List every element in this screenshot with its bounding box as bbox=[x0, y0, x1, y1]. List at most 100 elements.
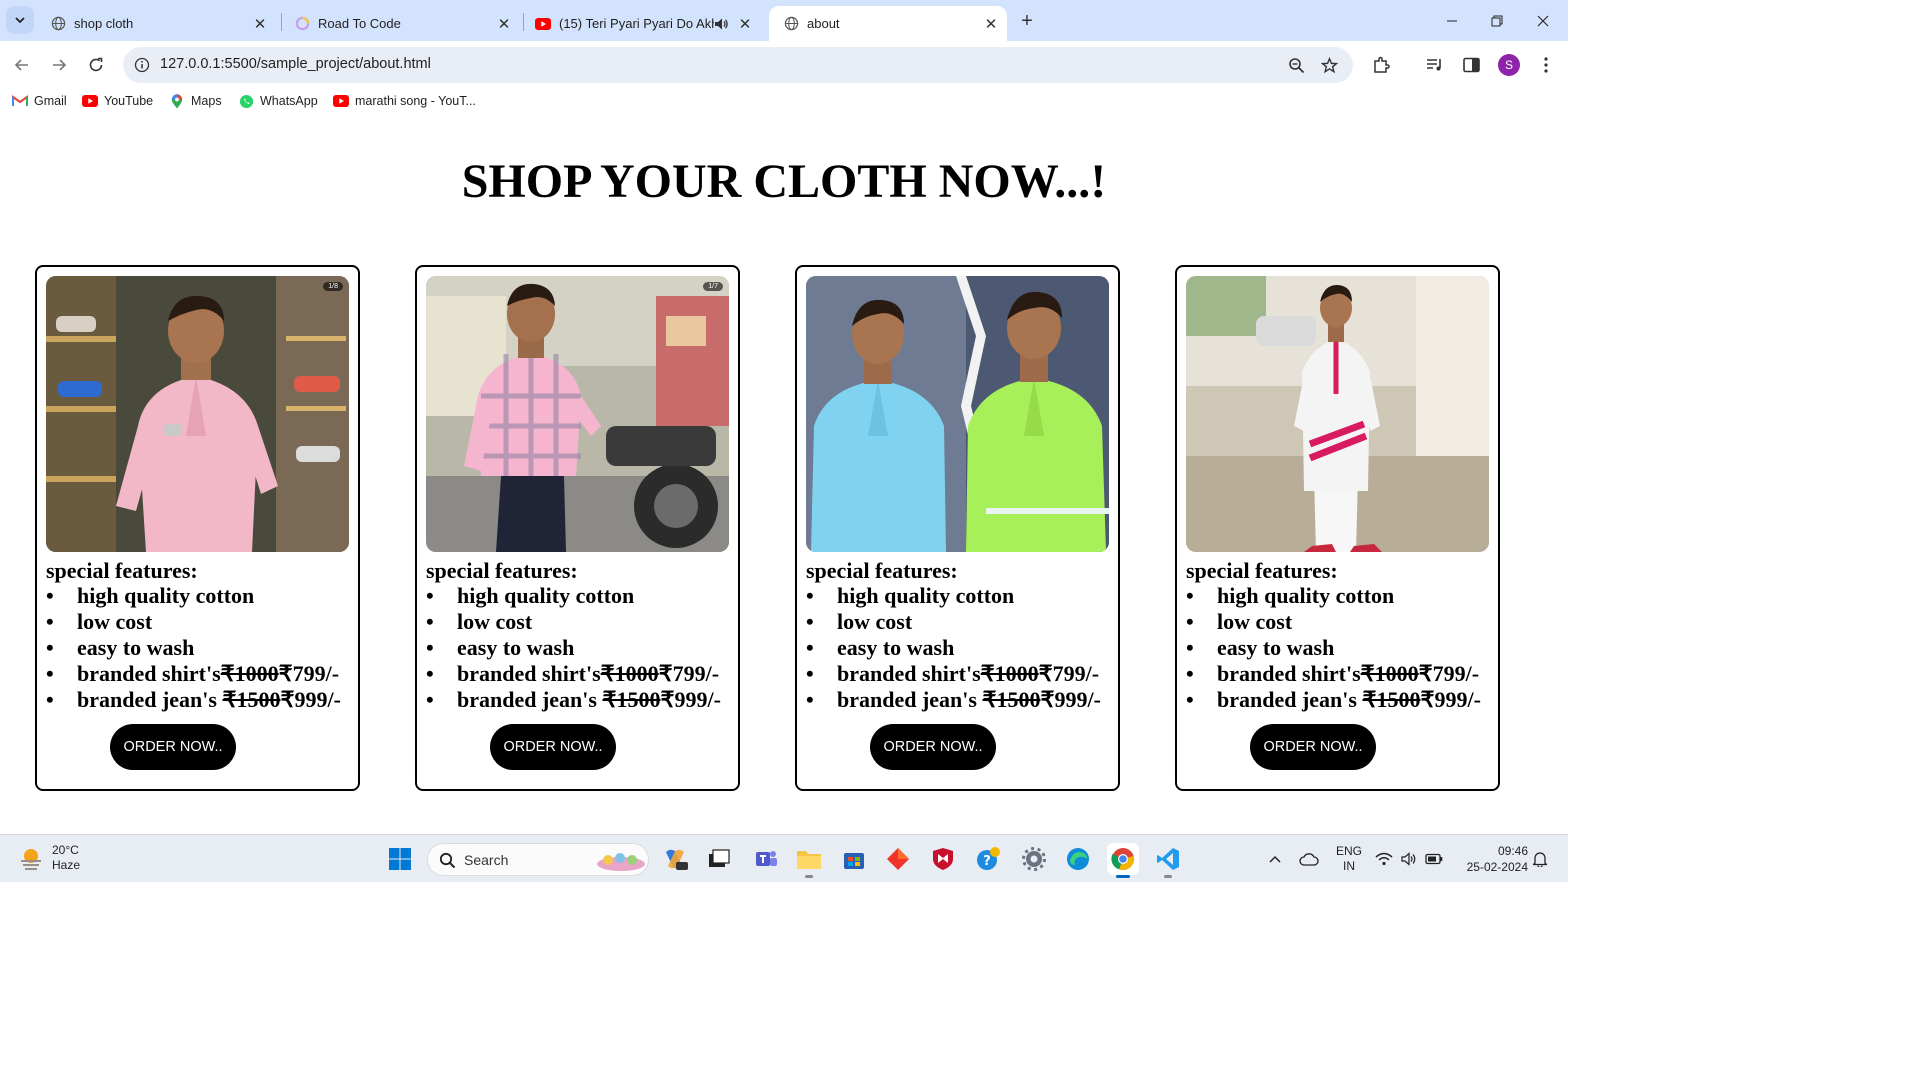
file-explorer-app[interactable] bbox=[793, 843, 825, 878]
jean-old-price: ₹1500 bbox=[982, 687, 1041, 712]
tab-youtube-song[interactable]: (15) Teri Pyari Pyari Do Akhiyan ✕ bbox=[521, 6, 761, 41]
order-now-button[interactable]: ORDER NOW.. bbox=[490, 724, 616, 770]
clock[interactable]: 09:46 25-02-2024 bbox=[1456, 843, 1528, 875]
battery-icon bbox=[1425, 853, 1443, 865]
shirt-new-price: ₹799/- bbox=[1418, 661, 1480, 686]
product-photo bbox=[806, 276, 1109, 552]
taskbar-search[interactable]: Search bbox=[427, 843, 649, 876]
site-info-icon[interactable] bbox=[133, 56, 151, 74]
vscode-app[interactable] bbox=[1152, 843, 1184, 878]
feature-item-jean-price: branded jean's ₹1500₹999/- bbox=[426, 687, 721, 713]
forward-button[interactable] bbox=[45, 51, 73, 79]
tab-title: (15) Teri Pyari Pyari Do Akhiyan bbox=[559, 16, 714, 31]
jean-label: branded jean's bbox=[1217, 687, 1363, 712]
back-button[interactable] bbox=[8, 51, 36, 79]
language-indicator[interactable]: ENG IN bbox=[1332, 843, 1366, 875]
mcafee-app[interactable] bbox=[927, 843, 959, 875]
clock-time: 09:46 bbox=[1497, 844, 1528, 858]
diamond-app[interactable] bbox=[882, 843, 914, 875]
product-photo bbox=[1186, 276, 1489, 552]
globe-icon bbox=[783, 16, 799, 32]
feature-item: high quality cotton bbox=[426, 583, 721, 609]
onedrive-tray[interactable] bbox=[1296, 843, 1322, 875]
task-view-app[interactable] bbox=[703, 843, 735, 875]
extensions-icon[interactable] bbox=[1370, 54, 1392, 76]
shirt-old-price: ₹1000 bbox=[980, 661, 1039, 686]
feature-item-jean-price: branded jean's ₹1500₹999/- bbox=[806, 687, 1101, 713]
tab-search-button[interactable] bbox=[6, 6, 34, 34]
address-bar[interactable]: 127.0.0.1:5500/sample_project/about.html bbox=[123, 47, 1353, 83]
features-list: high quality cotton low cost easy to was… bbox=[1186, 583, 1481, 713]
features-title: special features: bbox=[806, 558, 958, 583]
features-list: high quality cotton low cost easy to was… bbox=[426, 583, 721, 713]
diamond-icon bbox=[887, 848, 909, 870]
more-options-icon[interactable] bbox=[1535, 54, 1557, 76]
bookmark-star-icon[interactable] bbox=[1319, 55, 1339, 75]
close-tab-icon[interactable]: ✕ bbox=[981, 14, 1001, 34]
region-code: IN bbox=[1343, 859, 1355, 873]
help-icon: ? bbox=[977, 847, 1000, 870]
plus-icon: + bbox=[1021, 9, 1033, 32]
photo-counter: 1/7 bbox=[703, 282, 723, 291]
whatsapp-icon bbox=[238, 94, 254, 108]
url-text[interactable]: 127.0.0.1:5500/sample_project/about.html bbox=[160, 56, 431, 72]
close-tab-icon[interactable]: ✕ bbox=[735, 14, 755, 34]
feature-item: easy to wash bbox=[46, 635, 341, 661]
close-icon bbox=[1537, 15, 1549, 26]
tab-about[interactable]: about ✕ bbox=[769, 6, 1007, 41]
weather-temp: 20°C bbox=[52, 843, 79, 857]
jean-new-price: ₹999/- bbox=[660, 687, 721, 712]
jean-label: branded jean's bbox=[837, 687, 983, 712]
quick-settings[interactable] bbox=[1374, 843, 1444, 875]
start-button[interactable] bbox=[384, 843, 416, 875]
weather-widget[interactable]: 20°C Haze bbox=[18, 843, 80, 873]
youtube-icon bbox=[535, 16, 551, 32]
minimize-button[interactable] bbox=[1429, 0, 1475, 41]
shirt-old-price: ₹1000 bbox=[600, 661, 659, 686]
bookmark-marathi-song[interactable]: marathi song - YouT... bbox=[333, 94, 476, 108]
shirt-old-price: ₹1000 bbox=[1360, 661, 1419, 686]
close-tab-icon[interactable]: ✕ bbox=[494, 14, 514, 34]
reload-button[interactable] bbox=[82, 51, 110, 79]
notifications-button[interactable] bbox=[1530, 843, 1550, 875]
shirt-label: branded shirt's bbox=[837, 661, 981, 686]
copilot-app[interactable] bbox=[659, 843, 691, 875]
road-to-code-icon bbox=[294, 16, 310, 32]
speaker-icon[interactable] bbox=[714, 17, 729, 31]
tab-title: shop cloth bbox=[74, 16, 134, 31]
edge-app[interactable] bbox=[1062, 843, 1094, 875]
bookmark-whatsapp[interactable]: WhatsApp bbox=[238, 94, 318, 108]
tab-road-to-code[interactable]: Road To Code ✕ bbox=[280, 6, 520, 41]
bell-icon bbox=[1533, 852, 1547, 867]
language-code: ENG bbox=[1335, 844, 1362, 858]
feature-item: easy to wash bbox=[806, 635, 1101, 661]
get-help-app[interactable]: ? bbox=[972, 843, 1004, 875]
bookmark-gmail[interactable]: Gmail bbox=[12, 94, 67, 108]
restore-button[interactable] bbox=[1474, 0, 1520, 41]
chevron-down-icon bbox=[15, 17, 25, 24]
arrow-right-icon bbox=[53, 59, 67, 71]
bookmark-label: Gmail bbox=[34, 94, 67, 108]
order-now-button[interactable]: ORDER NOW.. bbox=[110, 724, 236, 770]
order-now-button[interactable]: ORDER NOW.. bbox=[1250, 724, 1376, 770]
teams-app[interactable] bbox=[750, 843, 782, 875]
settings-app[interactable] bbox=[1018, 843, 1050, 875]
close-tab-icon[interactable]: ✕ bbox=[250, 14, 270, 34]
chrome-app[interactable] bbox=[1107, 843, 1139, 878]
profile-avatar[interactable]: S bbox=[1498, 54, 1520, 76]
close-window-button[interactable] bbox=[1520, 0, 1566, 41]
zoom-icon[interactable] bbox=[1286, 55, 1306, 75]
edge-icon bbox=[1067, 848, 1089, 870]
order-now-button[interactable]: ORDER NOW.. bbox=[870, 724, 996, 770]
feature-item: high quality cotton bbox=[1186, 583, 1481, 609]
side-panel-icon[interactable] bbox=[1460, 54, 1482, 76]
bookmark-youtube[interactable]: YouTube bbox=[82, 94, 153, 108]
new-tab-button[interactable]: + bbox=[1014, 8, 1040, 34]
page-title: SHOP YOUR CLOTH NOW...! bbox=[461, 155, 1107, 208]
mcafee-shield-icon bbox=[933, 848, 953, 870]
microsoft-store-app[interactable] bbox=[838, 843, 870, 875]
tab-shop-cloth[interactable]: shop cloth ✕ bbox=[36, 6, 276, 41]
bookmark-maps[interactable]: Maps bbox=[169, 93, 222, 108]
show-hidden-icons[interactable] bbox=[1264, 843, 1286, 875]
media-controls-icon[interactable] bbox=[1424, 54, 1446, 76]
